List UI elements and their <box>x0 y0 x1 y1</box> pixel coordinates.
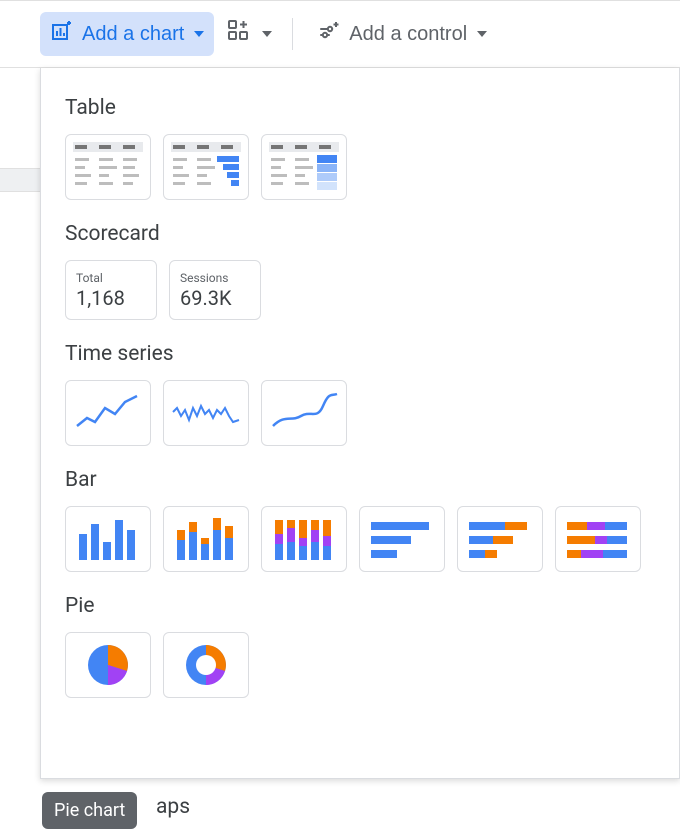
chart-option-bar-horizontal[interactable] <box>359 506 445 572</box>
chart-option-bar-stacked-column[interactable] <box>163 506 249 572</box>
toolbar: Add a chart Add a control <box>0 0 680 68</box>
blocks-add-icon <box>226 18 252 50</box>
chevron-down-icon <box>194 31 204 37</box>
chevron-down-icon <box>262 31 272 37</box>
chart-option-scorecard[interactable]: Total 1,168 <box>65 260 157 320</box>
add-chart-dropdown: Table <box>40 68 680 779</box>
filter-add-icon <box>317 19 341 49</box>
chart-option-timeseries-smooth[interactable] <box>261 380 347 446</box>
scorecard-value: 69.3K <box>180 286 250 310</box>
section-header-bar: Bar <box>65 468 655 492</box>
chevron-down-icon <box>477 31 487 37</box>
chart-option-bar-100-stacked-horizontal[interactable] <box>555 506 641 572</box>
chart-option-bar-column[interactable] <box>65 506 151 572</box>
add-control-button[interactable]: Add a control <box>307 12 497 56</box>
chart-option-timeseries-sparkline[interactable] <box>163 380 249 446</box>
chart-option-bar-100-stacked-column[interactable] <box>261 506 347 572</box>
section-header-timeseries: Time series <box>65 342 655 366</box>
chart-option-table-heatmap[interactable] <box>261 134 347 200</box>
chart-option-timeseries-line[interactable] <box>65 380 151 446</box>
add-control-label: Add a control <box>349 23 467 46</box>
chart-option-scorecard-compact[interactable]: Sessions 69.3K <box>169 260 261 320</box>
section-header-table: Table <box>65 96 655 120</box>
section-header-pie: Pie <box>65 594 655 618</box>
chart-option-table-bars[interactable] <box>163 134 249 200</box>
toolbar-divider <box>292 18 293 50</box>
scorecard-label: Sessions <box>180 271 250 285</box>
chart-add-icon <box>50 19 74 49</box>
scorecard-value: 1,168 <box>76 286 146 310</box>
section-header-scorecard: Scorecard <box>65 222 655 246</box>
chart-option-bar-stacked-horizontal[interactable] <box>457 506 543 572</box>
scorecard-label: Total <box>76 271 146 285</box>
add-chart-label: Add a chart <box>82 23 184 46</box>
chart-option-pie[interactable] <box>65 632 151 698</box>
section-header-geo-partial: aps <box>156 795 190 819</box>
chart-option-donut[interactable] <box>163 632 249 698</box>
chart-option-table[interactable] <box>65 134 151 200</box>
tooltip-pie-chart: Pie chart <box>42 792 137 829</box>
community-visualizations-button[interactable] <box>220 12 278 56</box>
add-chart-button[interactable]: Add a chart <box>40 12 214 56</box>
